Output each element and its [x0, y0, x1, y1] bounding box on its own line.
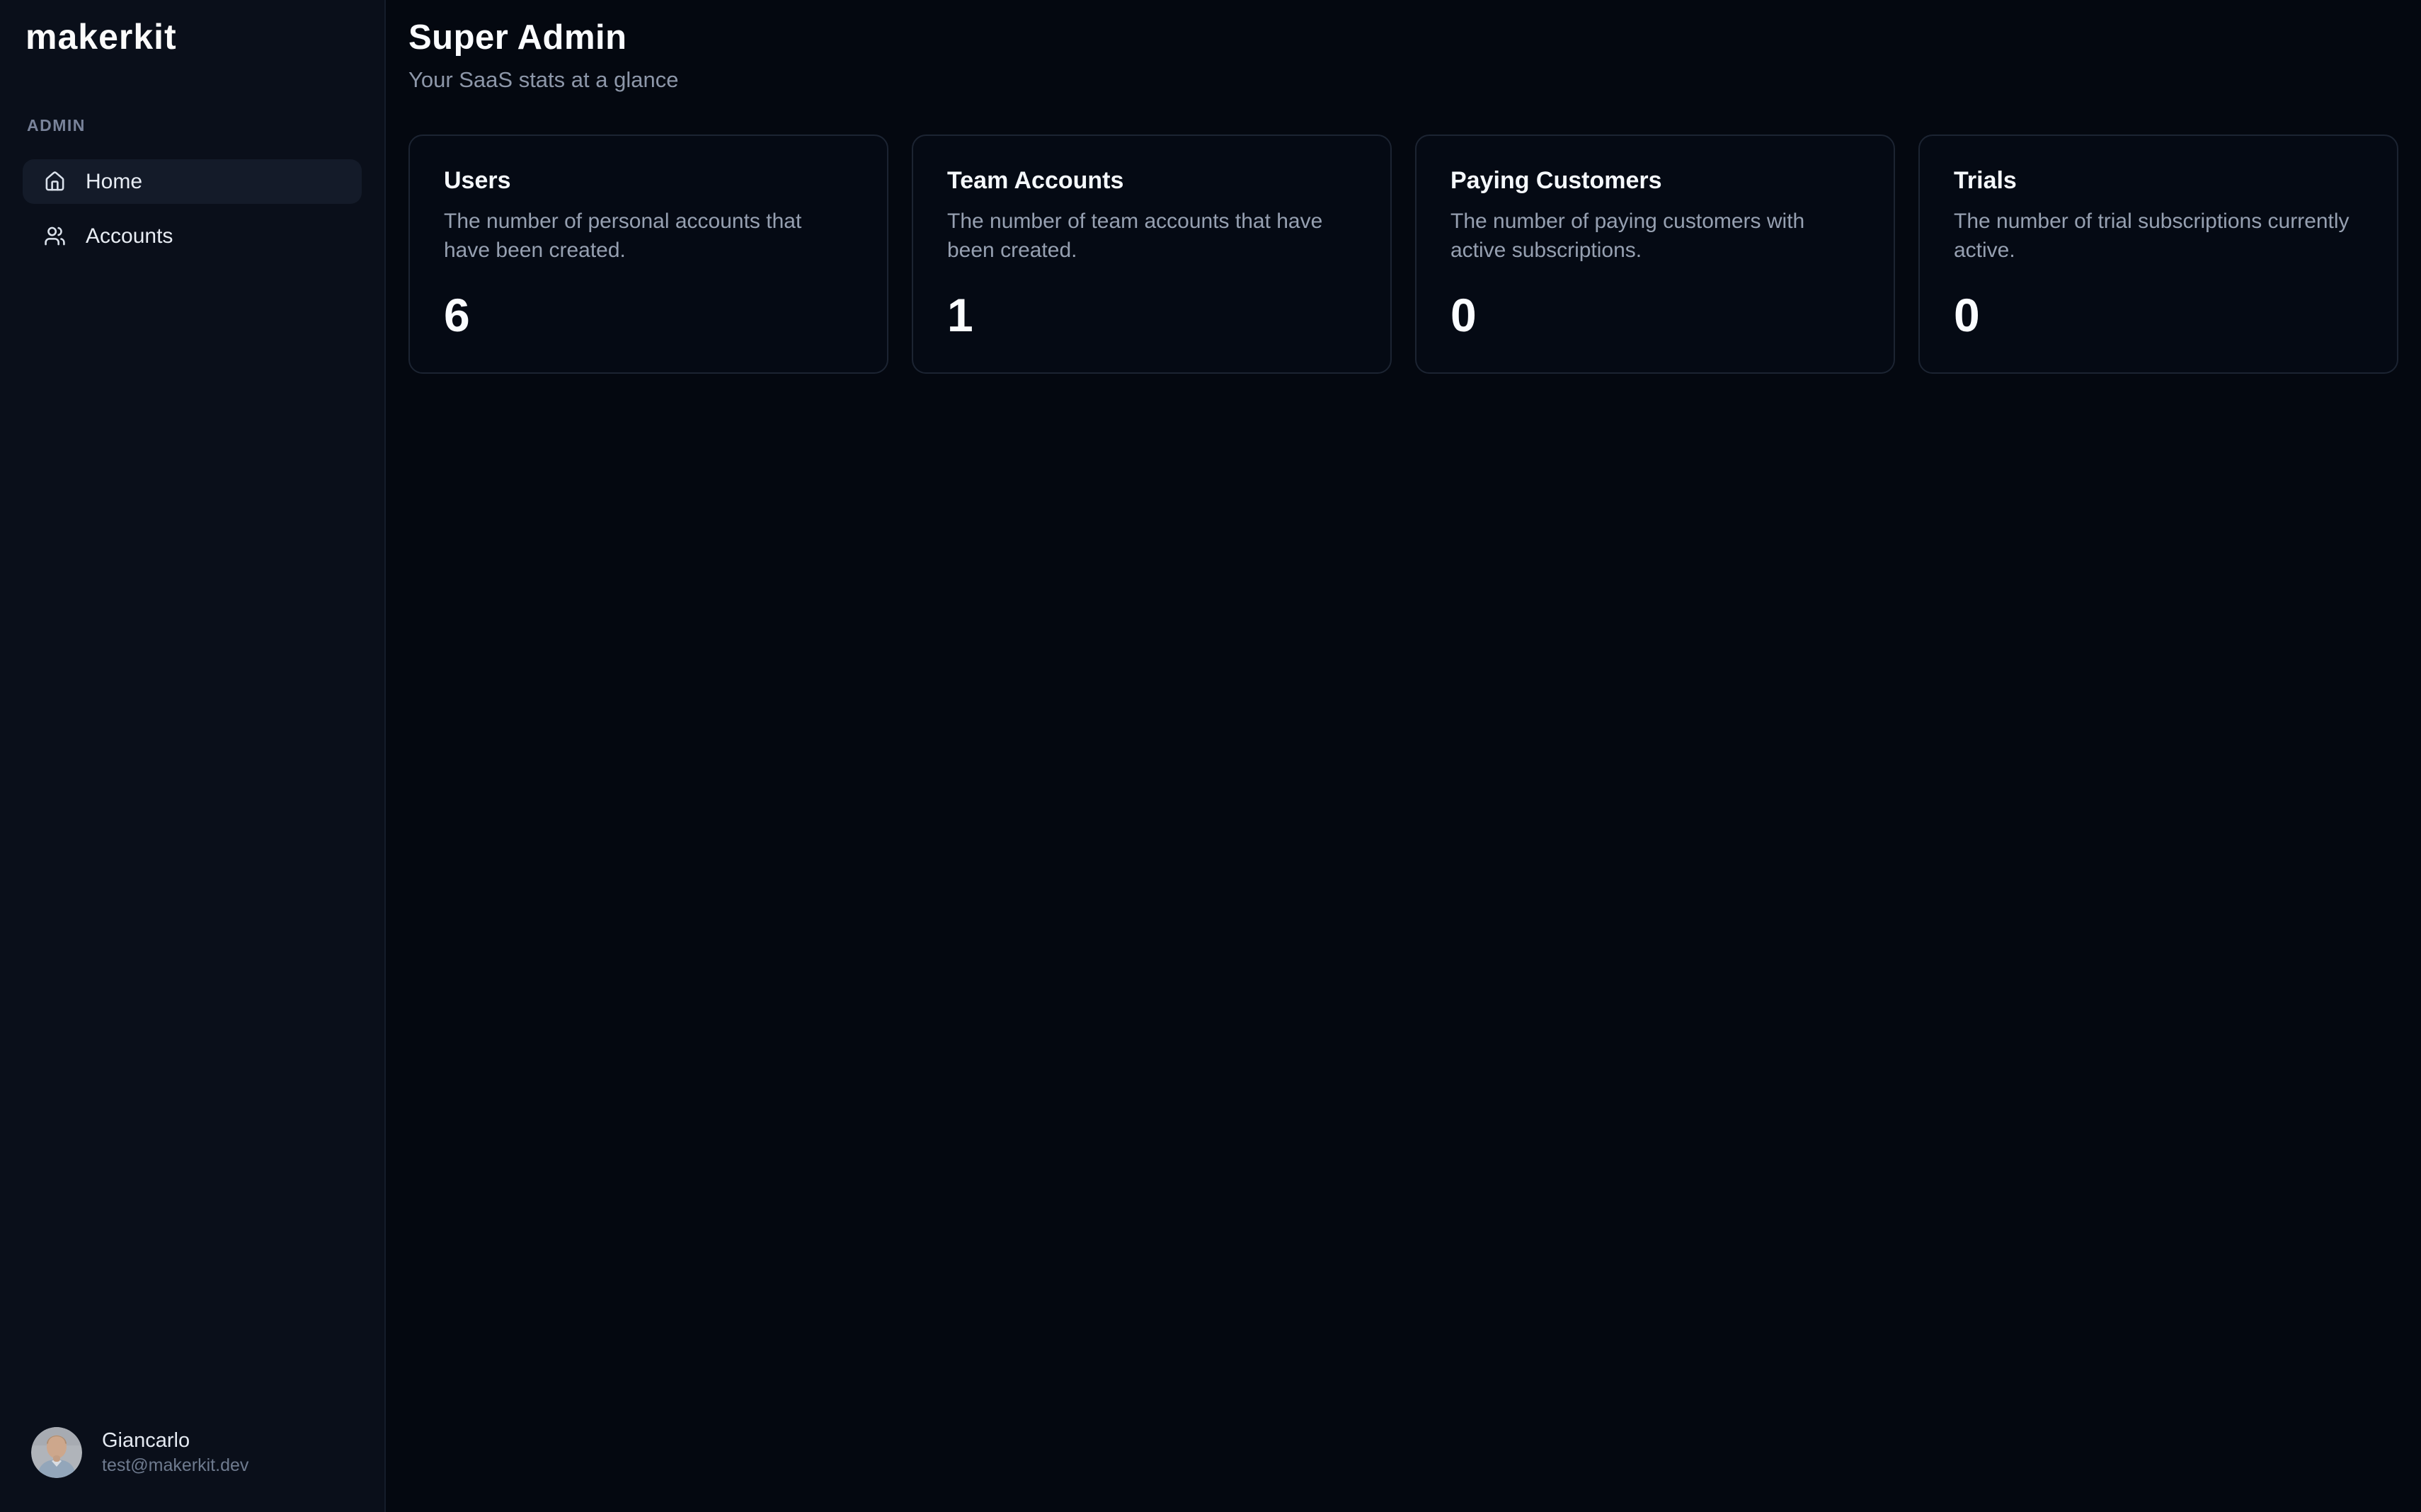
sidebar-item-home[interactable]: Home — [23, 159, 362, 204]
home-icon — [44, 171, 66, 193]
stat-card-value: 0 — [1954, 292, 2363, 338]
stat-card-team-accounts: Team Accounts The number of team account… — [912, 134, 1392, 374]
user-name: Giancarlo — [102, 1431, 248, 1451]
stat-card-description: The number of team accounts that have be… — [947, 207, 1356, 265]
sidebar-section-label: ADMIN — [23, 116, 362, 135]
stat-card-description: The number of personal accounts that hav… — [444, 207, 853, 265]
main-content: Super Admin Your SaaS stats at a glance … — [386, 0, 2421, 1512]
stat-card-title: Trials — [1954, 168, 2363, 193]
stat-card-value: 1 — [947, 292, 1356, 338]
sidebar-item-label: Accounts — [86, 224, 173, 248]
sidebar: makerkit ADMIN Home — [0, 0, 386, 1512]
stats-grid: Users The number of personal accounts th… — [408, 134, 2398, 374]
user-meta: Giancarlo test@makerkit.dev — [102, 1431, 248, 1474]
stat-card-title: Team Accounts — [947, 168, 1356, 193]
stat-card-title: Paying Customers — [1450, 168, 1860, 193]
avatar — [31, 1427, 82, 1478]
sidebar-item-label: Home — [86, 170, 142, 194]
user-profile[interactable]: Giancarlo test@makerkit.dev — [23, 1427, 362, 1478]
page-title: Super Admin — [408, 17, 2398, 58]
user-email: test@makerkit.dev — [102, 1457, 248, 1474]
app-root: makerkit ADMIN Home — [0, 0, 2421, 1512]
page-subtitle: Your SaaS stats at a glance — [408, 65, 2398, 95]
stat-card-description: The number of paying customers with acti… — [1450, 207, 1860, 265]
users-icon — [44, 225, 66, 247]
stat-card-value: 6 — [444, 292, 853, 338]
sidebar-spacer — [23, 258, 362, 1427]
stat-card-value: 0 — [1450, 292, 1860, 338]
app-logo[interactable]: makerkit — [23, 17, 362, 57]
stat-card-paying-customers: Paying Customers The number of paying cu… — [1415, 134, 1895, 374]
stat-card-users: Users The number of personal accounts th… — [408, 134, 888, 374]
stat-card-description: The number of trial subscriptions curren… — [1954, 207, 2363, 265]
sidebar-nav: Home Accounts — [23, 159, 362, 258]
stat-card-trials: Trials The number of trial subscriptions… — [1918, 134, 2398, 374]
stat-card-title: Users — [444, 168, 853, 193]
sidebar-item-accounts[interactable]: Accounts — [23, 214, 362, 258]
